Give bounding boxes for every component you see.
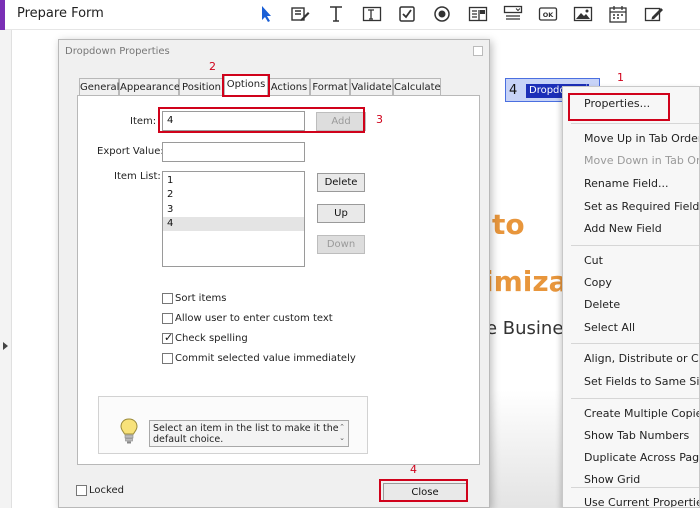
signature-icon[interactable] (643, 4, 665, 24)
checkmark-icon: ✓ (164, 331, 174, 344)
document-heading-fragment-2: imiza (484, 265, 568, 298)
menu-item[interactable]: Rename Field... (584, 177, 669, 190)
custom-text-checkbox[interactable] (162, 313, 173, 324)
menu-separator (571, 487, 699, 488)
tab-appearance[interactable]: Appearance (119, 78, 180, 96)
menu-item[interactable]: Use Current Properties (584, 496, 699, 507)
annotation-step-3: 3 (376, 113, 383, 126)
menu-item[interactable]: Set as Required Field (584, 200, 699, 213)
down-button[interactable]: Down (317, 235, 365, 254)
commit-value-label: Commit selected value immediately (175, 353, 356, 364)
dialog-close-icon[interactable] (473, 46, 483, 56)
list-item[interactable]: 4 (167, 218, 173, 229)
tab-general[interactable]: General (79, 78, 119, 96)
document-subheading-fragment: e Busine (486, 318, 564, 339)
menu-item[interactable]: Cut (584, 254, 603, 267)
radio-button-icon[interactable] (431, 4, 453, 24)
dialog-title: Dropdown Properties (65, 46, 170, 57)
up-button[interactable]: Up (317, 204, 365, 223)
annotation-step-2: 2 (209, 60, 216, 73)
menu-item[interactable]: Create Multiple Copies... (584, 407, 699, 420)
ok-button-icon-label: OK (543, 11, 555, 19)
tab-validate[interactable]: Validate (350, 78, 393, 96)
list-item[interactable]: 3 (167, 204, 173, 215)
sort-items-checkbox[interactable] (162, 293, 173, 304)
list-item[interactable]: 2 (167, 189, 173, 200)
menu-item[interactable]: Show Grid (584, 473, 640, 486)
image-icon[interactable] (572, 4, 594, 24)
annotation-box-properties (568, 93, 670, 121)
pointer-arrow-icon[interactable] (255, 4, 277, 24)
tip-scroll-icon[interactable]: ⌃ ⌄ (338, 422, 346, 444)
annotation-box-options-tab (222, 74, 270, 97)
check-spelling-label: Check spelling (175, 333, 248, 344)
text-T-icon[interactable] (325, 4, 347, 24)
delete-button[interactable]: Delete (317, 173, 365, 192)
check-spelling-checkbox[interactable]: ✓ (162, 331, 174, 344)
edit-form-icon[interactable] (289, 4, 311, 24)
locked-checkbox[interactable] (76, 485, 87, 496)
context-menu: Properties... Move Up in Tab Order Move Do… (562, 86, 700, 508)
tab-actions[interactable]: Actions (268, 78, 310, 96)
item-list-label: Item List: (114, 171, 161, 182)
ok-button-icon[interactable]: OK (537, 4, 559, 24)
accent-strip (0, 0, 5, 30)
menu-separator (571, 343, 699, 344)
list-item[interactable]: 1 (167, 175, 173, 186)
menu-item[interactable]: Show Tab Numbers (584, 429, 689, 442)
text-field-icon[interactable] (361, 4, 383, 24)
tab-position[interactable]: Position (179, 78, 224, 96)
menu-item[interactable]: Select All (584, 321, 635, 334)
annotation-box-item-field (158, 107, 365, 133)
lightbulb-icon (120, 418, 138, 444)
annotation-step-1: 1 (617, 71, 624, 84)
menu-item[interactable]: Align, Distribute or Cent (584, 352, 699, 365)
selected-item-highlight (163, 217, 304, 231)
list-box-icon[interactable] (467, 4, 489, 24)
dropdown-icon[interactable] (502, 4, 524, 24)
tab-format[interactable]: Format (310, 78, 350, 96)
tip-text: Select an item in the list to make it th… (149, 420, 349, 447)
app-title: Prepare Form (17, 6, 104, 21)
export-value-label: Export Value: (97, 146, 164, 157)
tip-message: Select an item in the list to make it th… (153, 423, 339, 445)
menu-separator (571, 398, 699, 399)
locked-label: Locked (89, 485, 124, 496)
menu-item[interactable]: Add New Field (584, 222, 662, 235)
menu-item[interactable]: Duplicate Across Pages... (584, 451, 699, 464)
menu-item[interactable]: Move Up in Tab Order (584, 132, 699, 145)
menu-item[interactable]: Copy (584, 276, 612, 289)
annotation-step-4: 4 (410, 463, 417, 476)
menu-separator (571, 245, 699, 246)
commit-value-checkbox[interactable] (162, 353, 173, 364)
menu-separator (571, 123, 699, 124)
top-toolbar: Prepare Form OK (0, 0, 700, 30)
calendar-icon[interactable] (607, 4, 629, 24)
export-value-input[interactable] (162, 142, 305, 162)
menu-item[interactable]: Set Fields to Same Size (584, 375, 699, 388)
left-panel-strip (0, 30, 12, 508)
dropdown-field-value: 4 (509, 83, 518, 98)
menu-item[interactable]: Delete (584, 298, 620, 311)
custom-text-label: Allow user to enter custom text (175, 313, 333, 324)
checkbox-icon[interactable] (396, 4, 418, 24)
menu-item[interactable]: Move Down in Tab Orde (584, 154, 699, 167)
sort-items-label: Sort items (175, 293, 227, 304)
expand-panel-arrow-icon[interactable] (3, 342, 8, 350)
item-list-box[interactable]: 1 2 3 4 (162, 171, 305, 267)
item-label: Item: (130, 116, 157, 127)
tab-calculate[interactable]: Calculate (393, 78, 441, 96)
annotation-box-close-button (379, 479, 468, 502)
document-heading-fragment-1: to (492, 208, 525, 241)
